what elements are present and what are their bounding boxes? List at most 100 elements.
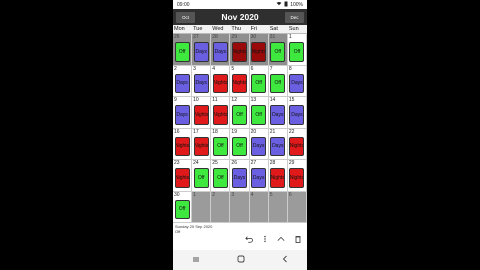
battery-percent: 100% xyxy=(290,1,303,8)
shift-badge: Days xyxy=(174,73,190,93)
calendar-day-cell[interactable]: 22 Nights xyxy=(287,128,307,160)
undo-icon[interactable] xyxy=(245,236,253,245)
chevron-up-icon[interactable] xyxy=(277,236,285,244)
calendar-day-cell[interactable]: 17 Nights xyxy=(192,128,212,160)
month-header: Oct Nov 2020 Dec xyxy=(173,9,307,25)
calendar-day-cell[interactable]: 25 Off xyxy=(211,160,231,192)
calendar-day-cell[interactable]: 15 Days xyxy=(287,97,307,129)
calendar-day-cell[interactable]: 28 Days xyxy=(211,34,231,66)
shift-badge: Days xyxy=(231,168,248,188)
day-number: 9 xyxy=(174,97,177,103)
calendar-day-cell[interactable]: 9 Days xyxy=(173,97,193,129)
shift-badge: Off xyxy=(212,168,228,188)
calendar-day-cell[interactable]: 31 Off xyxy=(268,34,288,66)
shift-badge: Off xyxy=(174,199,190,219)
calendar-day-cell[interactable]: 29 Nights xyxy=(230,34,250,66)
next-month-button[interactable]: Dec xyxy=(285,11,304,23)
calendar-day-cell[interactable]: 4 Nights xyxy=(211,65,231,97)
calendar-day-cell[interactable]: 21 Days xyxy=(268,128,288,160)
calendar-day-cell[interactable]: 3 xyxy=(230,191,250,223)
weekday-label: Thu xyxy=(231,26,241,32)
weekday-label: Fri xyxy=(250,26,257,32)
calendar-day-cell[interactable]: 19 Off xyxy=(230,128,250,160)
day-number: 11 xyxy=(212,97,218,103)
calendar-day-cell[interactable]: 26 Off xyxy=(173,34,193,66)
day-number: 21 xyxy=(269,128,276,135)
day-number: 10 xyxy=(193,97,199,103)
day-number: 6 xyxy=(250,65,254,72)
calendar-day-cell[interactable]: 11 Nights xyxy=(211,97,231,129)
recents-icon[interactable] xyxy=(192,256,200,265)
shift-badge: Off xyxy=(270,42,286,62)
shift-badge: Days xyxy=(289,105,305,125)
calendar-day-cell[interactable]: 27 Days xyxy=(192,34,212,66)
calendar-day-cell[interactable]: 1 Off xyxy=(287,34,307,66)
day-number: 4 xyxy=(212,65,216,72)
calendar-day-cell[interactable]: 12 Off xyxy=(230,97,250,129)
shift-badge: Days xyxy=(193,73,209,93)
calendar-day-cell[interactable]: 27 Days xyxy=(249,160,269,192)
calendar-day-cell[interactable]: 26 Days xyxy=(230,160,250,192)
day-number: 16 xyxy=(174,128,180,135)
day-number: 2 xyxy=(212,191,216,198)
shift-badge: Nights xyxy=(174,168,190,188)
calendar-day-cell[interactable]: 6 Off xyxy=(249,65,269,97)
battery-icon xyxy=(284,1,288,9)
shift-badge: Days xyxy=(251,168,267,188)
day-number: 29 xyxy=(231,34,237,40)
calendar-day-cell[interactable]: 20 Days xyxy=(249,128,269,160)
trash-icon[interactable] xyxy=(295,235,301,245)
calendar-day-cell[interactable]: 5 Nights xyxy=(230,65,250,97)
more-vert-icon[interactable] xyxy=(263,235,267,245)
calendar-day-cell[interactable]: 4 xyxy=(249,191,269,223)
calendar-day-cell[interactable]: 7 Off xyxy=(268,65,288,97)
calendar-day-cell[interactable]: 30 Nights xyxy=(249,34,269,66)
home-icon[interactable] xyxy=(237,255,245,265)
system-nav-bar xyxy=(173,250,307,270)
calendar-week-row: 26 Off 27 Days 28 Days 29 Nights 30 Nights 31 Off 1 O… xyxy=(173,34,307,66)
shift-badge: Nights xyxy=(193,136,209,156)
calendar-week-row: 23 Nights 24 Off 25 Off 26 Days 27 Days 28 Nights 29… xyxy=(173,160,307,192)
shift-badge: Off xyxy=(251,105,267,125)
shift-badge: Days xyxy=(251,136,267,156)
shift-badge: Days xyxy=(212,42,228,62)
calendar-day-cell[interactable]: 16 Nights xyxy=(173,128,193,160)
phone-screen: 09:00 100% Oct Nov 2020 Dec Mon Tue Wed Thu… xyxy=(173,0,307,270)
calendar-day-cell[interactable]: 29 Nights xyxy=(287,160,307,192)
day-number: 31 xyxy=(269,34,276,40)
month-title: Nov 2020 xyxy=(221,12,259,22)
calendar-day-cell[interactable]: 3 Days xyxy=(192,65,212,97)
calendar-day-cell[interactable]: 6 xyxy=(287,191,307,223)
calendar-day-cell[interactable]: 23 Nights xyxy=(173,160,193,192)
day-number: 17 xyxy=(193,128,199,135)
calendar-day-cell[interactable]: 8 Days xyxy=(287,65,307,97)
calendar-day-cell[interactable]: 30 Off xyxy=(173,191,193,223)
calendar-day-cell[interactable]: 14 Days xyxy=(268,97,288,129)
shift-badge: Nights xyxy=(251,42,267,62)
day-number: 30 xyxy=(174,191,180,198)
calendar-day-cell[interactable]: 2 Days xyxy=(173,65,193,97)
calendar-day-cell[interactable]: 13 Off xyxy=(249,97,269,129)
shift-badge: Off xyxy=(231,105,248,125)
calendar-day-cell[interactable]: 28 Nights xyxy=(268,160,288,192)
day-number: 30 xyxy=(250,34,257,40)
calendar-day-cell[interactable]: 5 xyxy=(268,191,288,223)
day-number: 27 xyxy=(250,160,257,166)
shift-badge: Off xyxy=(289,42,305,62)
day-number: 1 xyxy=(288,34,292,40)
calendar-week-row: 9 Days 10 Nights 11 Nights 12 Off 13 Off 14 Days 15 D… xyxy=(173,97,307,129)
calendar-day-cell[interactable]: 2 xyxy=(211,191,231,223)
back-icon[interactable] xyxy=(282,255,288,265)
day-number: 3 xyxy=(193,65,196,72)
calendar-day-cell[interactable]: 18 Off xyxy=(211,128,231,160)
day-number: 15 xyxy=(288,97,295,103)
prev-month-button[interactable]: Oct xyxy=(176,11,195,23)
calendar-day-cell[interactable]: 1 xyxy=(192,191,212,223)
calendar-grid: 26 Off 27 Days 28 Days 29 Nights 30 Nights 31 Off 1 O… xyxy=(173,34,307,223)
shift-badge: Off xyxy=(231,136,248,156)
calendar-day-cell[interactable]: 10 Nights xyxy=(192,97,212,129)
day-number: 7 xyxy=(269,65,273,72)
day-number: 8 xyxy=(288,65,292,72)
calendar-day-cell[interactable]: 24 Off xyxy=(192,160,212,192)
day-number: 3 xyxy=(231,191,235,198)
